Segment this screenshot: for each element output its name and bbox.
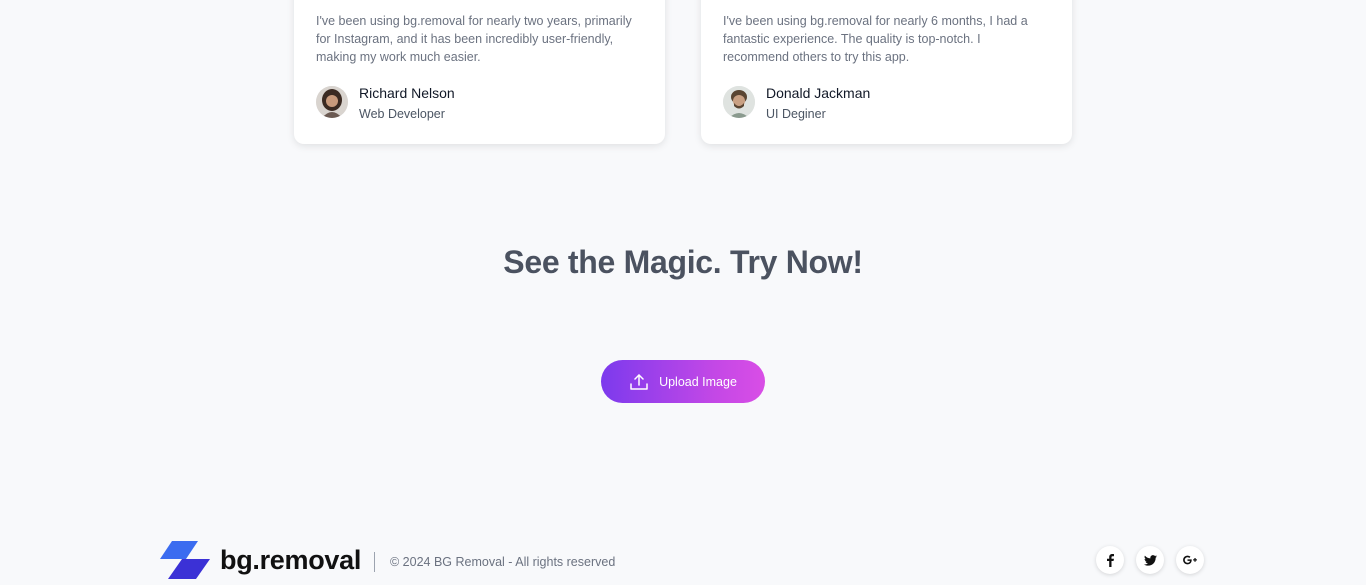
logo-mark-icon — [158, 541, 210, 579]
testimonial-name: Donald Jackman — [766, 85, 871, 101]
copyright-text: © 2024 BG Removal - All rights reserved — [390, 555, 616, 569]
page: I've been using bg.removal for nearly tw… — [0, 0, 1366, 585]
testimonial-name: Richard Nelson — [359, 85, 455, 101]
footer-divider — [374, 552, 375, 572]
logo[interactable]: bg.removal — [158, 541, 361, 579]
upload-icon — [629, 372, 649, 392]
testimonial-role: UI Deginer — [766, 107, 826, 121]
avatar — [316, 86, 348, 118]
testimonial-quote: I've been using bg.removal for nearly 6 … — [723, 14, 1028, 64]
twitter-icon[interactable] — [1136, 546, 1164, 574]
logo-text: bg.removal — [220, 544, 362, 575]
facebook-icon[interactable] — [1096, 546, 1124, 574]
testimonial-role: Web Developer — [359, 107, 445, 121]
avatar — [723, 86, 755, 118]
cta-headline: See the Magic. Try Now! — [503, 244, 863, 280]
testimonial-quote: I've been using bg.removal for nearly tw… — [316, 14, 632, 64]
google-plus-icon[interactable] — [1176, 546, 1204, 574]
testimonial-card: I've been using bg.removal for nearly tw… — [294, 0, 665, 144]
testimonial-card: I've been using bg.removal for nearly 6 … — [701, 0, 1072, 144]
upload-button-label: Upload Image — [659, 374, 737, 389]
upload-image-button[interactable]: Upload Image — [601, 360, 765, 403]
